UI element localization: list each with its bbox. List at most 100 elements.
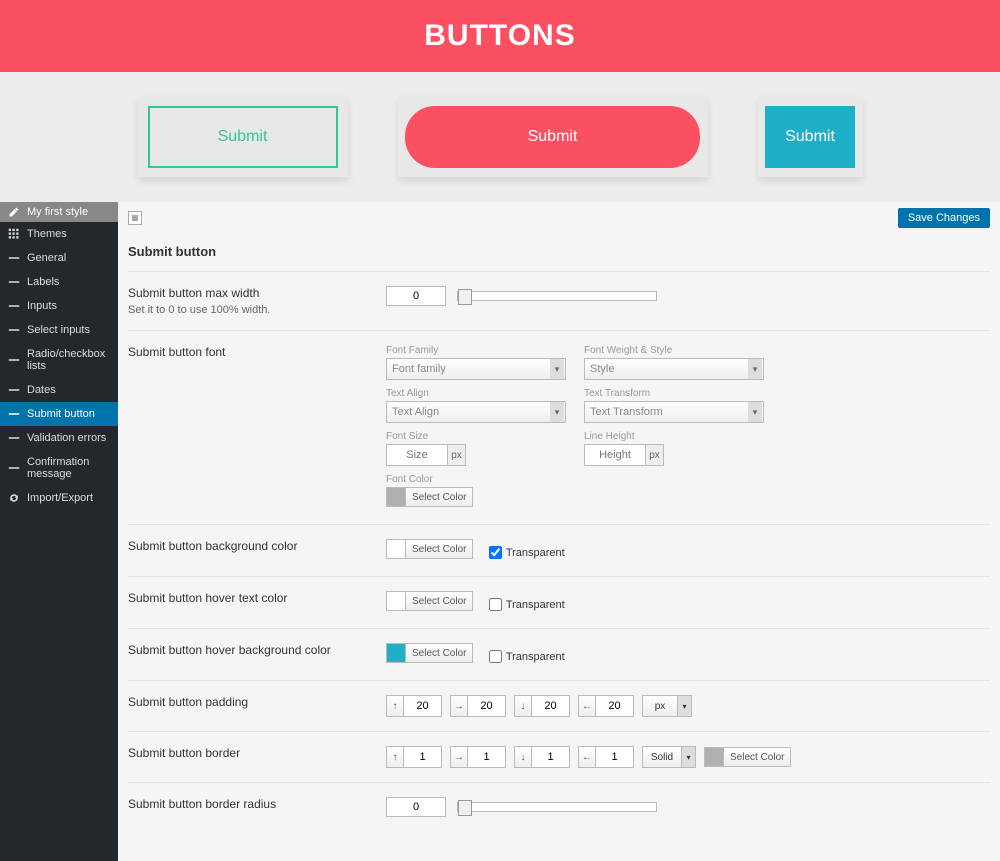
hover-text-color-picker[interactable]: Select Color (386, 591, 473, 611)
toolbar: ▦ Save Changes (118, 202, 1000, 234)
sidebar-item-submit-button[interactable]: Submit button (0, 402, 118, 426)
sidebar-item-select-inputs[interactable]: Select inputs (0, 318, 118, 342)
arrow-left-icon: ← (578, 746, 596, 768)
sidebar-item-label: Inputs (27, 300, 57, 312)
sidebar: My first style Themes General Labels Inp… (0, 202, 118, 861)
preview-card: Submit (758, 97, 863, 177)
sub-label: Line Height (584, 431, 764, 442)
sidebar-item-label: Submit button (27, 408, 95, 420)
sidebar-item-label: Validation errors (27, 432, 106, 444)
font-color-picker[interactable]: Select Color (386, 487, 473, 507)
select-color-button[interactable]: Select Color (406, 539, 473, 559)
sidebar-item-labels[interactable]: Labels (0, 270, 118, 294)
border-radius-slider[interactable] (457, 802, 657, 812)
save-button[interactable]: Save Changes (898, 208, 990, 228)
unit-label: px (646, 444, 664, 466)
bg-color-picker[interactable]: Select Color (386, 539, 473, 559)
select-color-button[interactable]: Select Color (406, 643, 473, 663)
sidebar-item-import-export[interactable]: Import/Export (0, 486, 118, 510)
slider-handle[interactable] (458, 289, 472, 305)
row-padding: Submit button padding ↑ → ↓ ← px▾ (128, 680, 990, 731)
padding-bottom-input[interactable] (532, 695, 570, 717)
sidebar-item-themes[interactable]: Themes (0, 222, 118, 246)
transparent-checkbox[interactable]: Transparent (489, 598, 565, 611)
transparent-checkbox[interactable]: Transparent (489, 650, 565, 663)
slider-handle[interactable] (458, 800, 472, 816)
padding-unit-select[interactable]: px (642, 695, 678, 717)
hover-bg-color-picker[interactable]: Select Color (386, 643, 473, 663)
sub-label: Font Weight & Style (584, 345, 764, 356)
collapse-icon: ▦ (131, 214, 139, 222)
sub-label: Text Transform (584, 388, 764, 399)
font-weight-select[interactable]: Style (584, 358, 764, 380)
arrow-right-icon: → (450, 695, 468, 717)
field-label: Submit button padding (128, 695, 386, 709)
field-label: Submit button border (128, 746, 386, 760)
select-color-button[interactable]: Select Color (406, 487, 473, 507)
dash-icon (8, 300, 20, 312)
dash-icon (8, 384, 20, 396)
select-color-button[interactable]: Select Color (724, 747, 791, 767)
border-color-picker[interactable]: Select Color (704, 747, 791, 767)
sidebar-item-label: Select inputs (27, 324, 90, 336)
arrow-up-icon: ↑ (386, 695, 404, 717)
chevron-down-icon[interactable]: ▾ (678, 695, 692, 717)
arrow-down-icon: ↓ (514, 746, 532, 768)
row-bg-color: Submit button background color Select Co… (128, 524, 990, 576)
grid-icon (8, 228, 20, 240)
dash-icon (8, 462, 20, 474)
row-hover-text-color: Submit button hover text color Select Co… (128, 576, 990, 628)
dash-icon (8, 354, 20, 366)
font-size-input[interactable] (386, 444, 448, 466)
row-hover-bg-color: Submit button hover background color Sel… (128, 628, 990, 680)
text-transform-select[interactable]: Text Transform (584, 401, 764, 423)
padding-left-input[interactable] (596, 695, 634, 717)
sub-label: Font Color (386, 474, 566, 485)
border-bottom-input[interactable] (532, 746, 570, 768)
preview-submit-outline[interactable]: Submit (148, 106, 338, 168)
sidebar-item-inputs[interactable]: Inputs (0, 294, 118, 318)
padding-right-input[interactable] (468, 695, 506, 717)
sidebar-item-general[interactable]: General (0, 246, 118, 270)
sidebar-item-dates[interactable]: Dates (0, 378, 118, 402)
max-width-input[interactable] (386, 286, 446, 306)
field-hint: Set it to 0 to use 100% width. (128, 304, 386, 316)
max-width-slider[interactable] (457, 291, 657, 301)
border-top-input[interactable] (404, 746, 442, 768)
arrow-right-icon: → (450, 746, 468, 768)
arrow-left-icon: ← (578, 695, 596, 717)
border-right-input[interactable] (468, 746, 506, 768)
border-style-select[interactable]: Solid (642, 746, 682, 768)
border-radius-input[interactable] (386, 797, 446, 817)
line-height-input[interactable] (584, 444, 646, 466)
sidebar-item-confirmation[interactable]: Confirmation message (0, 450, 118, 486)
color-swatch (386, 487, 406, 507)
dash-icon (8, 432, 20, 444)
dash-icon (8, 408, 20, 420)
arrow-up-icon: ↑ (386, 746, 404, 768)
select-color-button[interactable]: Select Color (406, 591, 473, 611)
sidebar-item-radio-checkbox[interactable]: Radio/checkbox lists (0, 342, 118, 378)
edit-icon (8, 206, 20, 218)
button-preview-row: Submit Submit Submit (0, 72, 1000, 202)
sub-label: Font Family (386, 345, 566, 356)
sidebar-item-label: Confirmation message (27, 456, 110, 480)
preview-submit-pill[interactable]: Submit (405, 106, 700, 168)
refresh-icon (8, 492, 20, 504)
font-family-select[interactable]: Font family (386, 358, 566, 380)
border-left-input[interactable] (596, 746, 634, 768)
sidebar-header[interactable]: My first style (0, 202, 118, 222)
collapse-toggle[interactable]: ▦ (128, 211, 142, 225)
chevron-down-icon[interactable]: ▾ (682, 746, 696, 768)
arrow-down-icon: ↓ (514, 695, 532, 717)
color-swatch (386, 643, 406, 663)
preview-submit-solid[interactable]: Submit (765, 106, 855, 168)
sidebar-item-validation[interactable]: Validation errors (0, 426, 118, 450)
sub-label: Font Size (386, 431, 566, 442)
transparent-checkbox[interactable]: Transparent (489, 546, 565, 559)
preview-card: Submit (398, 97, 708, 177)
padding-top-input[interactable] (404, 695, 442, 717)
sidebar-item-label: General (27, 252, 66, 264)
section-title: Submit button (128, 234, 990, 271)
text-align-select[interactable]: Text Align (386, 401, 566, 423)
